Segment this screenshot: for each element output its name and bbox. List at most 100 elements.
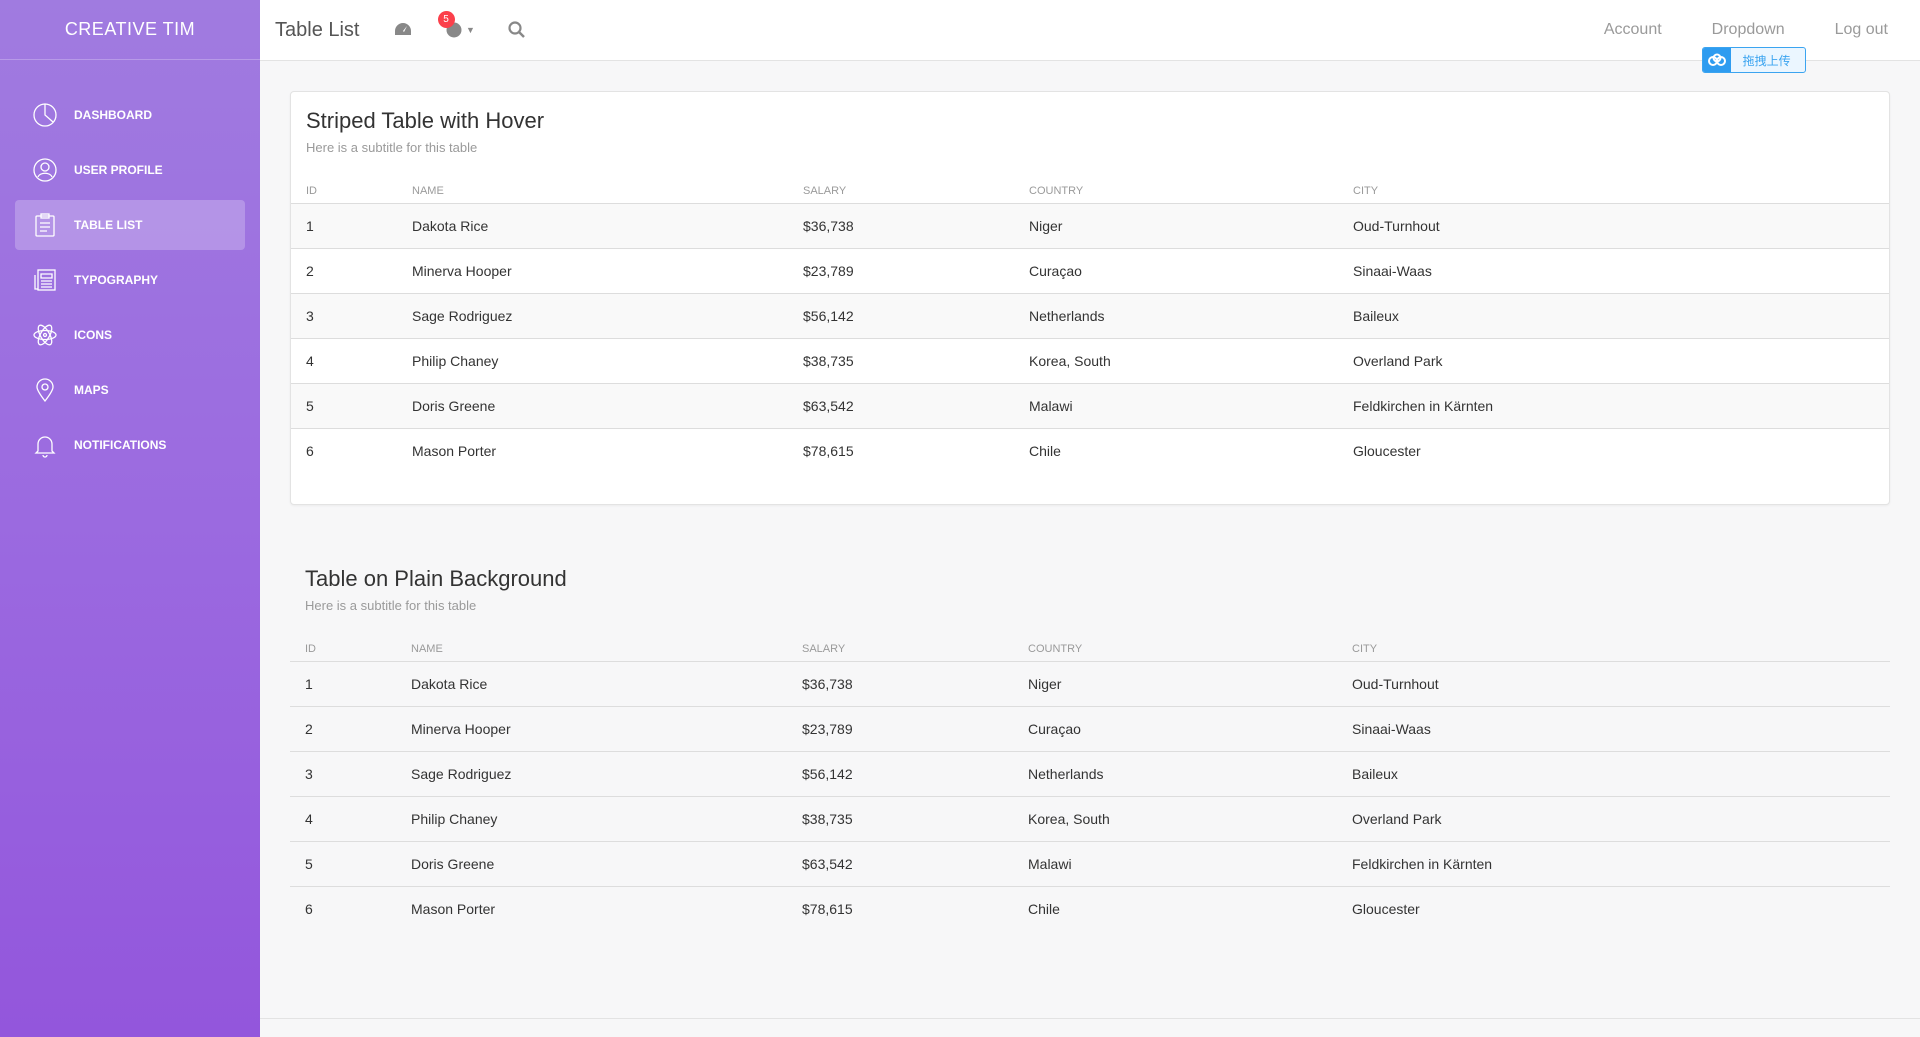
card-header: Striped Table with Hover Here is a subti…	[291, 92, 1889, 155]
card-header: Table on Plain Background Here is a subt…	[290, 550, 1890, 613]
table-cell: 4	[291, 338, 397, 384]
table-row[interactable]: 3 Sage Rodriguez $56,142 Netherlands Baileux	[290, 751, 1890, 797]
table-row[interactable]: 1 Dakota Rice $36,738 Niger Oud-Turnhout	[291, 203, 1889, 249]
sidebar-item-icons[interactable]: ICONS	[15, 310, 245, 360]
column-header: City	[1338, 173, 1889, 204]
table-cell: Chile	[1028, 900, 1060, 917]
sidebar-item-label: TYPOGRAPHY	[74, 273, 159, 287]
column-header: Salary	[787, 630, 1013, 662]
sidebar-nav: DASHBOARD USER PROFILE TABLE LIST TYPOGR…	[0, 60, 260, 470]
table-cell: $63,542	[788, 383, 1014, 429]
table-row[interactable]: 5 Doris Greene $63,542 Malawi Feldkirchen in…	[291, 383, 1889, 429]
sidebar-item-label: TABLE LIST	[74, 218, 143, 232]
chevron-down-icon: ▼	[466, 25, 475, 35]
table-cell: Oud-Turnhout	[1337, 661, 1890, 707]
brand-logo-text[interactable]: CREATIVE TIM	[0, 0, 260, 60]
table-cell: Mason Porter	[412, 443, 497, 460]
logout-link[interactable]: Log out	[1835, 21, 1888, 39]
sidebar-item-maps[interactable]: MAPS	[15, 365, 245, 415]
sidebar-item-typography[interactable]: TYPOGRAPHY	[15, 255, 245, 305]
table-cell: $56,142	[788, 293, 1014, 339]
table-cell: Malawi	[1014, 383, 1338, 429]
plain-table-body: 1 Dakota Rice $36,738 Niger Oud-Turnhout 2 Min…	[290, 661, 1890, 931]
search-icon[interactable]	[504, 17, 530, 43]
table-cell: Philip Chaney	[397, 338, 788, 384]
table-cell: Dakota Rice	[396, 661, 787, 707]
table-cell: Overland Park	[1338, 338, 1889, 384]
table-cell: Curaçao	[1013, 706, 1337, 752]
striped-table-body: 1 Dakota Rice $36,738 Niger Oud-Turnhout 2 Min…	[291, 203, 1889, 474]
table-cell: 6	[305, 900, 313, 917]
table-cell: 2	[290, 706, 396, 752]
table-cell: Baileux	[1338, 293, 1889, 339]
table-row[interactable]: 3 Sage Rodriguez $56,142 Netherlands Baileux	[291, 293, 1889, 339]
table-cell: $23,789	[787, 706, 1013, 752]
news-paper-icon	[32, 267, 58, 293]
sidebar: CREATIVE TIM DASHBOARD USER PROFILE TABL…	[0, 0, 260, 1037]
upload-widget-label: 拖拽上传	[1742, 53, 1791, 68]
table-cell: 4	[290, 796, 396, 842]
table-cell: $78,615	[803, 443, 854, 460]
sidebar-item-user-profile[interactable]: USER PROFILE	[15, 145, 245, 195]
table-cell: Overland Park	[1337, 796, 1890, 842]
dashboard-gauge-icon[interactable]	[390, 17, 416, 43]
table-header-row: ID Name Salary Country City	[290, 630, 1890, 662]
table-row[interactable]: 5 Doris Greene $63,542 Malawi Feldkirchen in…	[290, 841, 1890, 887]
table-cell: $36,738	[788, 203, 1014, 249]
table-cell: Netherlands	[1013, 751, 1337, 797]
table-row[interactable]: 4 Philip Chaney $38,735 Korea, South Overlan…	[290, 796, 1890, 842]
column-header: ID	[291, 173, 397, 204]
clipboard-icon	[32, 212, 58, 238]
table-row[interactable]: 1 Dakota Rice $36,738 Niger Oud-Turnhout	[290, 661, 1890, 707]
table-cell: Sinaai-Waas	[1338, 248, 1889, 294]
sidebar-item-table-list[interactable]: TABLE LIST	[15, 200, 245, 250]
user-icon	[32, 157, 58, 183]
table-cell: Netherlands	[1014, 293, 1338, 339]
top-navbar: Table List 5 ▼ Account Dropdown 拖拽上传 Log…	[260, 0, 1920, 73]
dropdown-link-label: Dropdown	[1711, 21, 1785, 38]
card-subtitle: Here is a subtitle for this table	[306, 140, 478, 155]
table-cell: Feldkirchen in Kärnten	[1337, 841, 1890, 887]
table-cell: Sage Rodriguez	[396, 751, 787, 797]
atom-icon	[32, 322, 58, 348]
column-header: Name	[396, 630, 787, 662]
table-cell: 3	[290, 751, 396, 797]
table-cell: $23,789	[788, 248, 1014, 294]
table-row[interactable]: 6 Mason Porter $78,615 Chile Gloucester	[291, 429, 1889, 474]
table-row[interactable]: 6 Mason Porter $78,615 Chile Gloucester	[290, 886, 1890, 931]
table-cell: Niger	[1014, 203, 1338, 249]
table-cell: $56,142	[787, 751, 1013, 797]
cloud-icon	[1702, 48, 1731, 72]
table-row[interactable]: 2 Minerva Hooper $23,789 Curaçao Sinaai-Waas	[290, 706, 1890, 752]
table-cell: Feldkirchen in Kärnten	[1338, 383, 1889, 429]
striped-table-card: Striped Table with Hover Here is a subti…	[290, 91, 1890, 505]
table-row[interactable]: 4 Philip Chaney $38,735 Korea, South Overlan…	[291, 338, 1889, 384]
account-link[interactable]: Account	[1604, 21, 1662, 39]
card-title: Table on Plain Background	[305, 565, 567, 591]
sidebar-item-label: NOTIFICATIONS	[74, 438, 167, 452]
table-cell: Korea, South	[1014, 338, 1338, 384]
notifications-dropdown[interactable]: 5 ▼	[437, 11, 480, 43]
table-cell: Gloucester	[1352, 900, 1420, 917]
dropdown-link[interactable]: Dropdown 拖拽上传	[1701, 21, 1806, 73]
sidebar-item-label: USER PROFILE	[74, 163, 163, 177]
table-cell: Sinaai-Waas	[1337, 706, 1890, 752]
sidebar-item-label: DASHBOARD	[74, 108, 152, 122]
table-header-row: ID Name Salary Country City	[291, 173, 1889, 204]
table-cell: Curaçao	[1014, 248, 1338, 294]
card-subtitle: Here is a subtitle for this table	[305, 597, 477, 613]
map-pin-icon	[32, 377, 58, 403]
table-cell: 6	[306, 443, 314, 460]
bell-icon	[32, 432, 58, 458]
table-cell: $36,738	[787, 661, 1013, 707]
table-cell: $38,735	[788, 338, 1014, 384]
sidebar-item-notifications[interactable]: NOTIFICATIONS	[15, 420, 245, 470]
column-header: Country	[1013, 630, 1337, 662]
notification-badge: 5	[437, 11, 455, 28]
table-row[interactable]: 2 Minerva Hooper $23,789 Curaçao Sinaai-Waas	[291, 248, 1889, 294]
column-header: Country	[1014, 173, 1338, 204]
sidebar-item-dashboard[interactable]: DASHBOARD	[15, 90, 245, 140]
table-cell: 5	[290, 841, 396, 887]
upload-widget[interactable]: 拖拽上传	[1701, 47, 1806, 73]
page-title[interactable]: Table List	[275, 19, 360, 42]
